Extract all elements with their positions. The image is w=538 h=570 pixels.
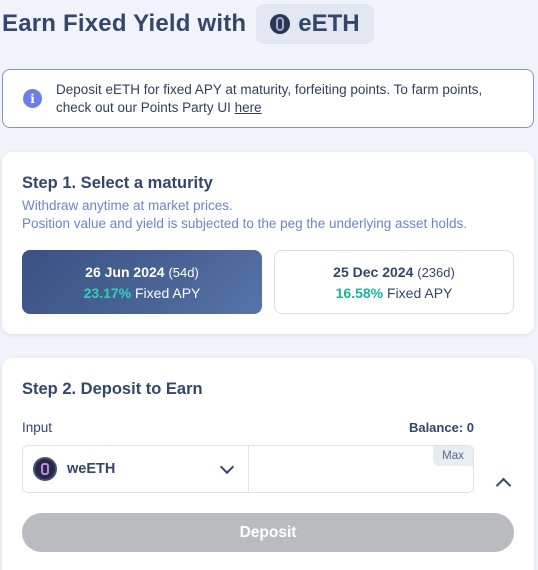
maturity-days: (54d)	[168, 264, 199, 280]
maturity-apy-line: 16.58% Fixed APY	[275, 285, 513, 301]
maturity-option-jun-2024[interactable]: 26 Jun 2024 (54d) 23.17% Fixed APY	[22, 250, 262, 314]
max-button[interactable]: Max	[433, 446, 473, 466]
maturity-date: 25 Dec 2024	[333, 263, 414, 280]
points-party-link[interactable]: here	[235, 100, 262, 115]
maturity-apy-label: Fixed APY	[135, 284, 201, 301]
info-icon: i	[23, 89, 42, 108]
eeth-logo-icon	[270, 14, 291, 34]
token-pill: eETH	[256, 4, 374, 44]
maturity-date-line: 25 Dec 2024 (236d)	[275, 264, 513, 280]
token-select[interactable]: weETH	[23, 446, 249, 492]
chevron-down-icon	[219, 459, 235, 474]
info-notice: i Deposit eETH for fixed APY at maturity…	[2, 69, 534, 128]
maturity-apy: 16.58%	[335, 284, 384, 301]
step2-card: Step 2. Deposit to Earn Input Balance: 0…	[2, 358, 534, 570]
page-title: Earn Fixed Yield with	[2, 10, 247, 37]
balance-label: Balance: 0	[408, 420, 474, 435]
maturity-date: 26 Jun 2024	[85, 263, 165, 280]
maturity-apy: 23.17%	[83, 284, 132, 301]
notice-body: Deposit eETH for fixed APY at maturity, …	[56, 81, 483, 115]
maturity-days: (236d)	[417, 264, 455, 280]
chevron-up-icon[interactable]	[495, 477, 512, 494]
deposit-button[interactable]: Deposit	[22, 513, 514, 552]
page-header: Earn Fixed Yield with eETH	[2, 4, 374, 44]
step1-title: Step 1. Select a maturity	[22, 174, 213, 192]
token-select-label: weETH	[67, 461, 116, 477]
step1-subtitle-1: Withdraw anytime at market prices.	[22, 198, 233, 213]
maturity-apy-label: Fixed APY	[387, 284, 453, 301]
amount-wrap: Max	[249, 446, 473, 492]
step1-card: Step 1. Select a maturity Withdraw anyti…	[2, 152, 534, 334]
notice-text: Deposit eETH for fixed APY at maturity, …	[56, 81, 521, 117]
token-pill-label: eETH	[298, 10, 360, 37]
maturity-apy-line: 23.17% Fixed APY	[22, 285, 262, 301]
maturity-date-line: 26 Jun 2024 (54d)	[22, 264, 262, 280]
deposit-input-group: weETH Max	[22, 445, 474, 493]
input-label: Input	[22, 420, 53, 435]
step2-title: Step 2. Deposit to Earn	[22, 380, 203, 398]
weeth-logo-icon	[33, 457, 57, 481]
step1-subtitle-2: Position value and yield is subjected to…	[22, 216, 468, 231]
maturity-option-dec-2024[interactable]: 25 Dec 2024 (236d) 16.58% Fixed APY	[274, 250, 514, 314]
